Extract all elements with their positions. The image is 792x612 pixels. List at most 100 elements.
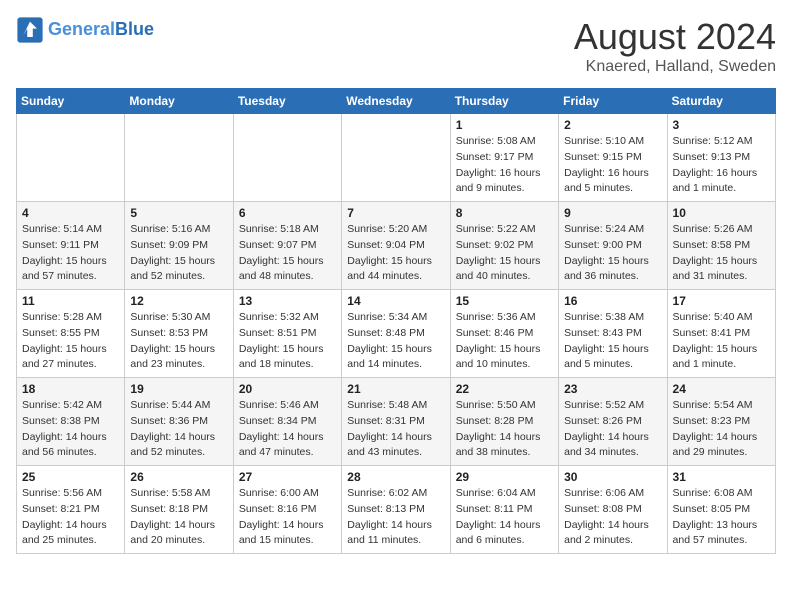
day-info: Sunrise: 5:08 AM Sunset: 9:17 PM Dayligh… [456, 134, 553, 197]
calendar-cell: 23 Sunrise: 5:52 AM Sunset: 8:26 PM Dayli… [559, 378, 667, 466]
day-info: Sunrise: 5:30 AM Sunset: 8:53 PM Dayligh… [130, 310, 227, 373]
calendar-cell: 11Sunrise: 5:28 AM Sunset: 8:55 PM Dayli… [17, 290, 125, 378]
calendar-cell: 1 Sunrise: 5:08 AM Sunset: 9:17 PM Daylig… [450, 114, 558, 202]
day-info: Sunrise: 5:18 AM Sunset: 9:07 PM Dayligh… [239, 222, 336, 285]
day-info: Sunrise: 5:42 AM Sunset: 8:38 PM Dayligh… [22, 398, 119, 461]
day-info: Sunrise: 5:58 AM Sunset: 8:18 PM Dayligh… [130, 486, 227, 549]
calendar-cell: 14Sunrise: 5:34 AM Sunset: 8:48 PM Dayli… [342, 290, 450, 378]
day-number: 18 [22, 382, 119, 396]
day-number: 13 [239, 294, 336, 308]
day-number: 3 [673, 118, 770, 132]
calendar-cell: 19Sunrise: 5:44 AM Sunset: 8:36 PM Dayli… [125, 378, 233, 466]
calendar-cell: 29 Sunrise: 6:04 AM Sunset: 8:11 PM Dayli… [450, 466, 558, 554]
calendar-cell [233, 114, 341, 202]
day-number: 7 [347, 206, 444, 220]
day-info: Sunrise: 6:08 AM Sunset: 8:05 PM Dayligh… [673, 486, 770, 549]
day-info: Sunrise: 5:48 AM Sunset: 8:31 PM Dayligh… [347, 398, 444, 461]
day-number: 12 [130, 294, 227, 308]
calendar-cell: 31 Sunrise: 6:08 AM Sunset: 8:05 PM Dayli… [667, 466, 775, 554]
calendar-cell: 8 Sunrise: 5:22 AM Sunset: 9:02 PM Daylig… [450, 202, 558, 290]
logo-icon [16, 16, 44, 44]
day-number: 4 [22, 206, 119, 220]
logo-line1: General [48, 19, 115, 39]
weekday-header-row: SundayMondayTuesdayWednesdayThursdayFrid… [17, 89, 776, 114]
day-info: Sunrise: 6:02 AM Sunset: 8:13 PM Dayligh… [347, 486, 444, 549]
weekday-header-thursday: Thursday [450, 89, 558, 114]
logo: GeneralBlue [16, 16, 154, 44]
calendar-cell: 21 Sunrise: 5:48 AM Sunset: 8:31 PM Dayli… [342, 378, 450, 466]
calendar-cell: 28 Sunrise: 6:02 AM Sunset: 8:13 PM Dayli… [342, 466, 450, 554]
weekday-header-wednesday: Wednesday [342, 89, 450, 114]
calendar-cell: 6 Sunrise: 5:18 AM Sunset: 9:07 PM Daylig… [233, 202, 341, 290]
calendar-cell: 7 Sunrise: 5:20 AM Sunset: 9:04 PM Daylig… [342, 202, 450, 290]
calendar-cell: 12 Sunrise: 5:30 AM Sunset: 8:53 PM Dayli… [125, 290, 233, 378]
day-info: Sunrise: 5:26 AM Sunset: 8:58 PM Dayligh… [673, 222, 770, 285]
day-info: Sunrise: 6:04 AM Sunset: 8:11 PM Dayligh… [456, 486, 553, 549]
day-info: Sunrise: 5:46 AM Sunset: 8:34 PM Dayligh… [239, 398, 336, 461]
calendar-cell: 15 Sunrise: 5:36 AM Sunset: 8:46 PM Dayli… [450, 290, 558, 378]
weekday-header-friday: Friday [559, 89, 667, 114]
week-row-3: 11Sunrise: 5:28 AM Sunset: 8:55 PM Dayli… [17, 290, 776, 378]
calendar-cell: 5 Sunrise: 5:16 AM Sunset: 9:09 PM Daylig… [125, 202, 233, 290]
day-number: 15 [456, 294, 553, 308]
logo-line2: Blue [115, 19, 154, 39]
day-info: Sunrise: 5:24 AM Sunset: 9:00 PM Dayligh… [564, 222, 661, 285]
calendar-cell: 9 Sunrise: 5:24 AM Sunset: 9:00 PM Daylig… [559, 202, 667, 290]
day-info: Sunrise: 5:36 AM Sunset: 8:46 PM Dayligh… [456, 310, 553, 373]
calendar-table: SundayMondayTuesdayWednesdayThursdayFrid… [16, 88, 776, 554]
day-number: 24 [673, 382, 770, 396]
weekday-header-tuesday: Tuesday [233, 89, 341, 114]
day-number: 20 [239, 382, 336, 396]
day-info: Sunrise: 5:44 AM Sunset: 8:36 PM Dayligh… [130, 398, 227, 461]
day-info: Sunrise: 5:38 AM Sunset: 8:43 PM Dayligh… [564, 310, 661, 373]
weekday-header-saturday: Saturday [667, 89, 775, 114]
weekday-header-monday: Monday [125, 89, 233, 114]
calendar-cell: 22 Sunrise: 5:50 AM Sunset: 8:28 PM Dayli… [450, 378, 558, 466]
day-info: Sunrise: 5:50 AM Sunset: 8:28 PM Dayligh… [456, 398, 553, 461]
calendar-cell: 16 Sunrise: 5:38 AM Sunset: 8:43 PM Dayli… [559, 290, 667, 378]
day-number: 25 [22, 470, 119, 484]
calendar-cell: 17Sunrise: 5:40 AM Sunset: 8:41 PM Dayli… [667, 290, 775, 378]
day-info: Sunrise: 5:22 AM Sunset: 9:02 PM Dayligh… [456, 222, 553, 285]
day-number: 31 [673, 470, 770, 484]
day-number: 30 [564, 470, 661, 484]
calendar-cell [125, 114, 233, 202]
day-info: Sunrise: 5:54 AM Sunset: 8:23 PM Dayligh… [673, 398, 770, 461]
title-block: August 2024 Knaered, Halland, Sweden [574, 16, 776, 76]
calendar-cell: 27 Sunrise: 6:00 AM Sunset: 8:16 PM Dayli… [233, 466, 341, 554]
day-info: Sunrise: 5:10 AM Sunset: 9:15 PM Dayligh… [564, 134, 661, 197]
calendar-title: August 2024 [574, 16, 776, 58]
day-info: Sunrise: 5:32 AM Sunset: 8:51 PM Dayligh… [239, 310, 336, 373]
calendar-cell: 24 Sunrise: 5:54 AM Sunset: 8:23 PM Dayli… [667, 378, 775, 466]
day-number: 29 [456, 470, 553, 484]
calendar-cell: 26 Sunrise: 5:58 AM Sunset: 8:18 PM Dayli… [125, 466, 233, 554]
day-number: 11 [22, 294, 119, 308]
week-row-4: 18 Sunrise: 5:42 AM Sunset: 8:38 PM Dayli… [17, 378, 776, 466]
day-number: 23 [564, 382, 661, 396]
calendar-cell: 10Sunrise: 5:26 AM Sunset: 8:58 PM Dayli… [667, 202, 775, 290]
day-number: 26 [130, 470, 227, 484]
day-number: 1 [456, 118, 553, 132]
calendar-cell: 30Sunrise: 6:06 AM Sunset: 8:08 PM Dayli… [559, 466, 667, 554]
day-info: Sunrise: 5:52 AM Sunset: 8:26 PM Dayligh… [564, 398, 661, 461]
calendar-cell: 13 Sunrise: 5:32 AM Sunset: 8:51 PM Dayli… [233, 290, 341, 378]
day-number: 21 [347, 382, 444, 396]
day-info: Sunrise: 5:20 AM Sunset: 9:04 PM Dayligh… [347, 222, 444, 285]
day-number: 27 [239, 470, 336, 484]
day-number: 28 [347, 470, 444, 484]
calendar-cell: 18 Sunrise: 5:42 AM Sunset: 8:38 PM Dayli… [17, 378, 125, 466]
page-header: GeneralBlue August 2024 Knaered, Halland… [16, 16, 776, 76]
day-info: Sunrise: 5:16 AM Sunset: 9:09 PM Dayligh… [130, 222, 227, 285]
day-number: 8 [456, 206, 553, 220]
day-number: 5 [130, 206, 227, 220]
week-row-1: 1 Sunrise: 5:08 AM Sunset: 9:17 PM Daylig… [17, 114, 776, 202]
calendar-cell [17, 114, 125, 202]
day-info: Sunrise: 6:00 AM Sunset: 8:16 PM Dayligh… [239, 486, 336, 549]
calendar-cell [342, 114, 450, 202]
day-number: 6 [239, 206, 336, 220]
day-number: 22 [456, 382, 553, 396]
day-number: 16 [564, 294, 661, 308]
day-info: Sunrise: 5:34 AM Sunset: 8:48 PM Dayligh… [347, 310, 444, 373]
week-row-5: 25Sunrise: 5:56 AM Sunset: 8:21 PM Dayli… [17, 466, 776, 554]
day-number: 9 [564, 206, 661, 220]
